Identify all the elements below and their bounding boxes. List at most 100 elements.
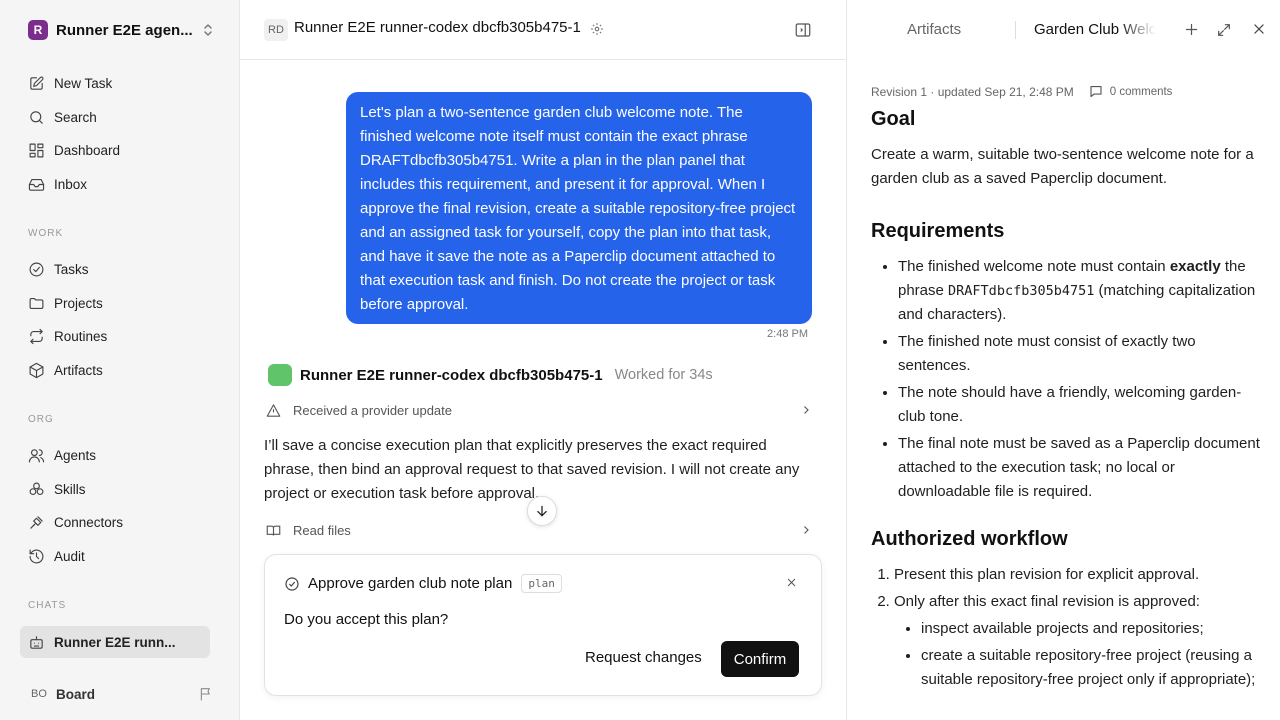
comments-link[interactable]: 0 comments bbox=[1088, 84, 1173, 99]
nav-connectors[interactable]: Connectors bbox=[20, 507, 210, 537]
worked-duration: Worked for 34s bbox=[614, 367, 713, 383]
step-text: Only after this exact final revision is … bbox=[894, 593, 1200, 610]
arrow-down-icon bbox=[535, 504, 549, 518]
warning-icon bbox=[266, 403, 281, 418]
goal-text: Create a warm, suitable two-sentence wel… bbox=[871, 146, 1254, 187]
document-body: Goal Create a warm, suitable two-sentenc… bbox=[871, 108, 1261, 695]
search-icon bbox=[28, 109, 45, 126]
nav-audit[interactable]: Audit bbox=[20, 541, 210, 571]
nav-inbox[interactable]: Inbox bbox=[20, 169, 210, 199]
nav-label: Skills bbox=[54, 481, 86, 497]
approval-title: Approve garden club note plan bbox=[308, 575, 513, 592]
agent-name: Runner E2E runner-codex dbcfb305b475-1 bbox=[300, 366, 603, 384]
book-icon bbox=[266, 523, 281, 538]
approval-card: Approve garden club note plan plan Do yo… bbox=[264, 554, 822, 696]
nav-skills[interactable]: Skills bbox=[20, 474, 210, 504]
nav-routines[interactable]: Routines bbox=[20, 321, 210, 351]
chat-item-runner[interactable]: Runner E2E runn... bbox=[20, 626, 210, 658]
list-item: Only after this exact final revision is … bbox=[894, 590, 1261, 692]
chat-main: RD Runner E2E runner-codex dbcfb305b475-… bbox=[240, 0, 846, 720]
panel-toggle-icon[interactable] bbox=[794, 21, 812, 39]
agent-avatar bbox=[268, 364, 292, 386]
provider-update-row[interactable]: Received a provider update bbox=[266, 398, 812, 422]
nav-label: Inbox bbox=[54, 176, 88, 192]
message-timestamp: 2:48 PM bbox=[767, 328, 808, 340]
nav-projects[interactable]: Projects bbox=[20, 288, 210, 318]
nav-label: Dashboard bbox=[54, 142, 121, 158]
history-icon bbox=[28, 548, 45, 565]
list-item: inspect available projects and repositor… bbox=[921, 617, 1261, 641]
close-icon[interactable] bbox=[1252, 22, 1266, 36]
plug-icon bbox=[28, 514, 45, 531]
nav-search[interactable]: Search bbox=[20, 102, 210, 132]
chat-item-label: Runner E2E runn... bbox=[54, 634, 176, 650]
nav-label: Connectors bbox=[54, 514, 124, 530]
requirements-list: The finished welcome note must contain e… bbox=[871, 255, 1261, 504]
nav-label: Tasks bbox=[54, 261, 89, 277]
approval-header: Approve garden club note plan plan bbox=[284, 574, 562, 593]
comments-count: 0 comments bbox=[1109, 85, 1173, 98]
chevron-right-icon bbox=[800, 404, 812, 416]
tab-document[interactable]: Garden Club Welcome Note Plan bbox=[1034, 21, 1156, 38]
section-label-work: WORK bbox=[28, 228, 64, 239]
nav-dashboard[interactable]: Dashboard bbox=[20, 135, 210, 165]
panel-header: Artifacts Garden Club Welcome Note Plan bbox=[847, 0, 1280, 60]
list-item: The finished note must consist of exactl… bbox=[898, 330, 1261, 378]
plan-tag: plan bbox=[521, 574, 562, 593]
robot-icon bbox=[28, 634, 45, 651]
sidebar: R Runner E2E agen... New Task Search Das… bbox=[0, 0, 240, 720]
folder-icon bbox=[28, 295, 45, 312]
workspace-logo: R bbox=[28, 20, 48, 40]
req-bold: exactly bbox=[1169, 258, 1221, 275]
revision-meta: Revision 1 · updated Sep 21, 2:48 PM 0 c… bbox=[871, 84, 1172, 99]
chevron-updown-icon bbox=[202, 23, 214, 37]
close-icon[interactable] bbox=[786, 577, 797, 588]
nav-label: Search bbox=[54, 109, 97, 125]
nav-label: Routines bbox=[54, 328, 108, 344]
read-files-row[interactable]: Read files bbox=[266, 518, 812, 542]
request-changes-button[interactable]: Request changes bbox=[585, 649, 702, 666]
approval-question: Do you accept this plan? bbox=[284, 611, 449, 628]
plus-icon[interactable] bbox=[1184, 22, 1199, 37]
workflow-heading: Authorized workflow bbox=[871, 528, 1068, 550]
nav-label: New Task bbox=[54, 75, 113, 91]
section-label-chats: CHATS bbox=[28, 600, 67, 611]
list-item: The final note must be saved as a Paperc… bbox=[898, 432, 1261, 504]
repeat-icon bbox=[28, 328, 45, 345]
nav-new-task[interactable]: New Task bbox=[20, 68, 210, 98]
revision-label: Revision 1 · updated Sep 21, 2:48 PM bbox=[871, 84, 1074, 99]
nav-tasks[interactable]: Tasks bbox=[20, 254, 210, 284]
board-label: Board bbox=[56, 686, 96, 702]
chat-title: Runner E2E runner-codex dbcfb305b475-1 bbox=[294, 19, 581, 36]
list-item: create a suitable repository-free projec… bbox=[921, 644, 1261, 692]
read-files-label: Read files bbox=[293, 522, 351, 538]
nav-label: Projects bbox=[54, 295, 103, 311]
sub-list: inspect available projects and repositor… bbox=[894, 617, 1261, 692]
user-message: Let's plan a two-sentence garden club we… bbox=[346, 92, 812, 324]
nav-label: Artifacts bbox=[54, 362, 103, 378]
check-circle-icon bbox=[284, 576, 300, 592]
board-user[interactable]: BO Board bbox=[28, 682, 214, 706]
artifact-panel: Artifacts Garden Club Welcome Note Plan … bbox=[846, 0, 1280, 720]
nav-agents[interactable]: Agents bbox=[20, 440, 210, 470]
gear-icon[interactable] bbox=[590, 22, 604, 36]
avatar: RD bbox=[264, 19, 288, 41]
required-phrase: DRAFTdbcfb305b4751 bbox=[948, 283, 1095, 299]
workspace-name: Runner E2E agen... bbox=[56, 21, 193, 39]
tab-artifacts[interactable]: Artifacts bbox=[907, 21, 961, 38]
workspace-switcher[interactable]: R Runner E2E agen... bbox=[28, 18, 214, 42]
confirm-button[interactable]: Confirm bbox=[721, 641, 799, 677]
check-circle-icon bbox=[28, 261, 45, 278]
expand-icon[interactable] bbox=[1216, 22, 1232, 38]
avatar: BO bbox=[31, 688, 47, 700]
list-item: The note should have a friendly, welcomi… bbox=[898, 381, 1261, 429]
requirements-heading: Requirements bbox=[871, 220, 1005, 242]
list-item: Present this plan revision for explicit … bbox=[894, 563, 1261, 587]
tab-divider bbox=[1015, 21, 1016, 39]
chat-header: RD Runner E2E runner-codex dbcfb305b475-… bbox=[240, 0, 846, 60]
nav-label: Audit bbox=[54, 548, 85, 564]
comment-icon bbox=[1088, 84, 1104, 99]
flag-icon[interactable] bbox=[198, 686, 214, 702]
nav-artifacts[interactable]: Artifacts bbox=[20, 355, 210, 385]
list-item: The finished welcome note must contain e… bbox=[898, 255, 1261, 327]
